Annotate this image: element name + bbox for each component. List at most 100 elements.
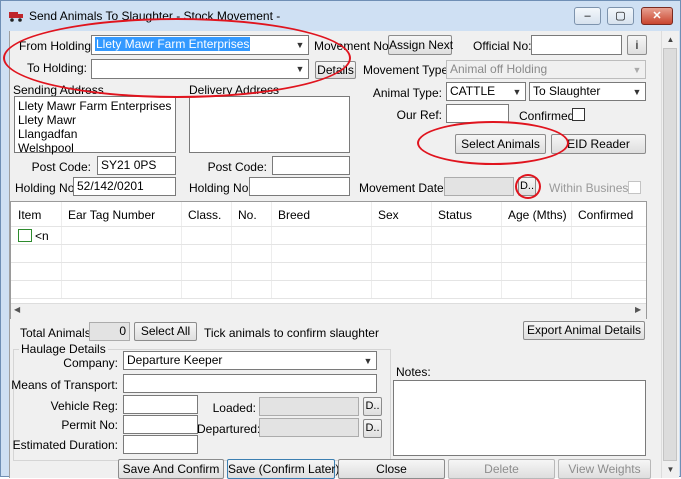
from-holding-value: Llety Mawr Farm Enterprises <box>95 37 251 51</box>
maximize-button[interactable]: ▢ <box>607 7 634 25</box>
vehicle-reg-field[interactable] <box>123 395 198 414</box>
assign-next-button[interactable]: Assign Next <box>388 35 453 55</box>
scroll-down-icon[interactable]: ▼ <box>662 461 679 478</box>
animal-type-label: Animal Type: <box>372 86 442 100</box>
scroll-up-icon[interactable]: ▲ <box>662 31 679 48</box>
chevron-down-icon[interactable]: ▼ <box>294 62 306 76</box>
export-animal-details-button[interactable]: Export Animal Details <box>523 321 645 340</box>
grid-row-divider <box>11 262 646 263</box>
destination-combo[interactable]: To Slaughter ▼ <box>529 82 646 101</box>
vehicle-reg-label: Vehicle Reg: <box>50 399 118 413</box>
grid-column-divider <box>61 202 62 298</box>
save-confirm-later-button[interactable]: Save (Confirm Later) <box>227 459 339 479</box>
chevron-down-icon[interactable]: ▼ <box>362 354 374 368</box>
select-animals-button[interactable]: Select Animals <box>455 134 546 154</box>
grid-header-status[interactable]: Status <box>438 208 472 222</box>
save-and-confirm-button[interactable]: Save And Confirm <box>118 459 224 479</box>
chevron-down-icon[interactable]: ▼ <box>511 85 523 99</box>
sending-address-line: Llety Mawr <box>18 113 77 127</box>
from-holding-combo[interactable]: Llety Mawr Farm Enterprises ▼ <box>91 35 309 55</box>
grid-column-divider <box>431 202 432 298</box>
our-ref-field[interactable] <box>446 104 509 123</box>
to-holding-label: To Holding: <box>26 61 87 75</box>
movement-type-value: Animal off Holding <box>450 62 548 76</box>
grid-column-divider <box>231 202 232 298</box>
title-bar[interactable]: Send Animals To Slaughter - Stock Moveme… <box>1 1 680 31</box>
sending-holding-label: Holding No: <box>15 181 78 195</box>
chevron-down-icon[interactable]: ▼ <box>294 38 306 52</box>
chevron-down-icon: ▼ <box>632 65 642 75</box>
official-info-button[interactable]: i <box>627 35 647 55</box>
sending-postcode-field[interactable]: SY21 0PS <box>97 156 176 175</box>
animals-grid[interactable]: Item Ear Tag Number Class. No. Breed Sex… <box>10 201 647 319</box>
sending-holding-field[interactable]: 52/142/0201 <box>73 177 176 196</box>
delivery-postcode-field[interactable] <box>272 156 350 175</box>
official-no-field[interactable] <box>531 35 622 55</box>
grid-header-age[interactable]: Age (Mths) <box>508 208 567 222</box>
departured-date-button[interactable]: D.. <box>363 419 382 438</box>
grid-header-sex[interactable]: Sex <box>378 208 399 222</box>
grid-header-breed[interactable]: Breed <box>278 208 310 222</box>
select-all-button[interactable]: Select All <box>134 322 197 341</box>
company-value: Departure Keeper <box>127 353 223 367</box>
minimize-button[interactable]: – <box>574 7 601 25</box>
new-row-marker: <n <box>35 229 49 243</box>
permit-no-label: Permit No: <box>61 418 118 432</box>
details-button[interactable]: Details <box>315 61 356 79</box>
view-weights-button[interactable]: View Weights <box>558 459 651 479</box>
total-animals-value: 0 <box>89 322 130 341</box>
grid-header-item[interactable]: Item <box>18 208 41 222</box>
new-row-checkbox[interactable] <box>18 229 32 242</box>
movement-date-field[interactable] <box>444 177 514 196</box>
notes-textarea[interactable] <box>393 380 646 456</box>
close-button[interactable]: Close <box>338 459 445 479</box>
sending-address-line: Welshpool <box>18 141 74 155</box>
from-holding-label: From Holding: <box>19 39 95 53</box>
confirmed-label: Confirmed: <box>519 109 578 123</box>
permit-no-field[interactable] <box>123 415 198 434</box>
loaded-label: Loaded: <box>212 401 256 415</box>
grid-horizontal-scrollbar[interactable]: ◀ ▶ <box>11 303 646 319</box>
sending-address-box[interactable]: Llety Mawr Farm Enterprises Llety Mawr L… <box>14 96 176 155</box>
duration-field[interactable] <box>123 435 198 454</box>
destination-value: To Slaughter <box>533 84 601 98</box>
grid-header-confirmed[interactable]: Confirmed <box>578 208 633 222</box>
scroll-left-icon[interactable]: ◀ <box>14 305 20 314</box>
within-business-checkbox[interactable] <box>628 181 641 194</box>
confirmed-checkbox[interactable] <box>572 108 585 121</box>
delivery-address-box[interactable] <box>189 96 350 153</box>
sending-address-line: Llangadfan <box>18 127 78 141</box>
delivery-address-label: Delivery Address <box>189 83 280 97</box>
close-window-button[interactable]: ✕ <box>641 7 673 25</box>
grid-column-divider <box>371 202 372 298</box>
eid-reader-button[interactable]: EID Reader <box>551 134 646 154</box>
transport-label: Means of Transport: <box>11 378 118 392</box>
loaded-date-button[interactable]: D.. <box>363 397 382 416</box>
chevron-down-icon[interactable]: ▼ <box>631 85 643 99</box>
delivery-holding-field[interactable] <box>249 177 350 196</box>
scrollbar-thumb[interactable] <box>663 48 677 461</box>
grid-column-divider <box>271 202 272 298</box>
grid-header-ear-tag[interactable]: Ear Tag Number <box>68 208 155 222</box>
grid-header-no[interactable]: No. <box>238 208 257 222</box>
to-holding-combo[interactable]: ▼ <box>91 59 309 79</box>
departured-label: Departured: <box>197 422 261 436</box>
delivery-holding-label: Holding No: <box>189 181 252 195</box>
loaded-field[interactable] <box>259 397 359 416</box>
grid-row-divider <box>11 298 646 299</box>
vertical-scrollbar[interactable]: ▲ ▼ <box>661 31 679 478</box>
delete-button[interactable]: Delete <box>448 459 555 479</box>
animal-type-combo[interactable]: CATTLE ▼ <box>446 82 526 101</box>
confirm-hint-label: Tick animals to confirm slaughter <box>204 326 379 340</box>
grid-column-divider <box>501 202 502 298</box>
departured-field[interactable] <box>259 418 359 437</box>
transport-field[interactable] <box>123 374 377 393</box>
scroll-right-icon[interactable]: ▶ <box>635 305 641 314</box>
delivery-postcode-label: Post Code: <box>207 160 267 174</box>
movement-date-picker-button[interactable]: D.. <box>518 177 536 196</box>
app-window: Send Animals To Slaughter - Stock Moveme… <box>0 0 681 479</box>
company-combo[interactable]: Departure Keeper ▼ <box>123 351 377 370</box>
grid-header-class[interactable]: Class. <box>188 208 221 222</box>
movement-type-label: Movement Type: <box>363 63 452 77</box>
total-animals-label: Total Animals: <box>20 326 95 340</box>
